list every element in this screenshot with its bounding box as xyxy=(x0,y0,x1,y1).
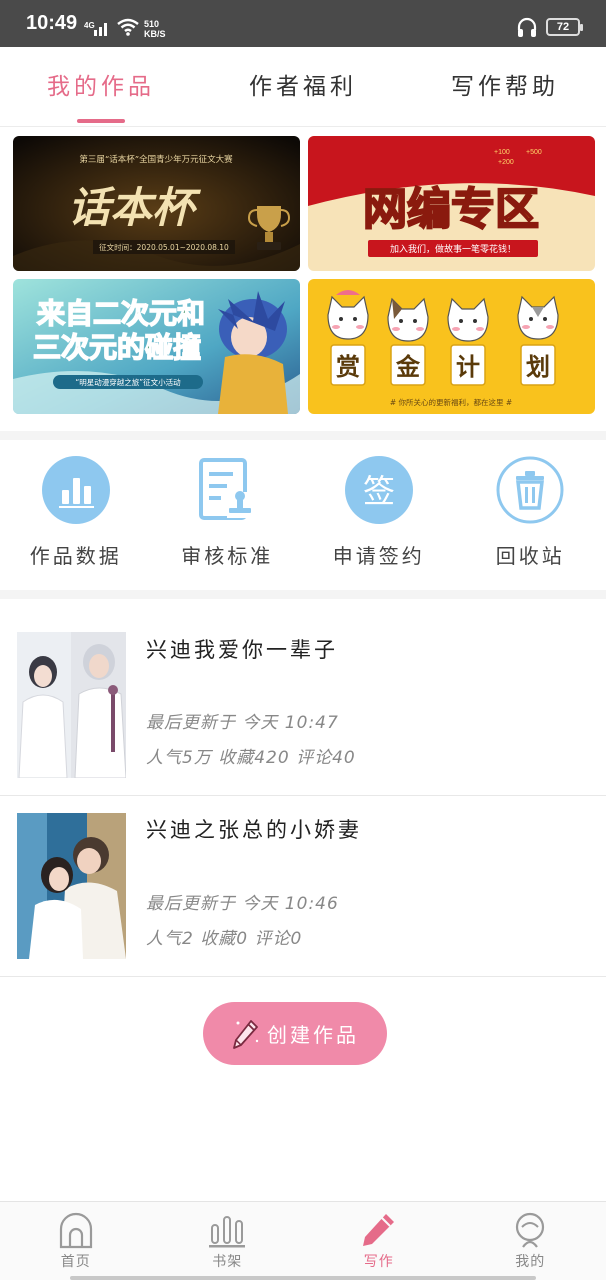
nav-label: 我的 xyxy=(515,1254,546,1270)
nav-bookshelf[interactable]: 书架 xyxy=(152,1202,304,1280)
speed-unit: KB/S xyxy=(144,29,166,39)
bookshelf-icon xyxy=(209,1216,246,1248)
banner-bounty-plan[interactable]: 赏 金 计 划 # 你所关心的更新福利，都在这里 # xyxy=(308,279,595,414)
bounty-sign-char: 金 xyxy=(395,353,421,381)
banner-title-line1: 来自二次元和 xyxy=(37,297,205,330)
tool-label: 作品数据 xyxy=(29,544,122,568)
create-work-label: 创建作品 xyxy=(267,1023,359,1047)
sign-icon: 签 xyxy=(344,456,413,524)
nav-home[interactable]: 首页 xyxy=(0,1202,152,1280)
banner-caption: # 你所关心的更新福利，都在这里 # xyxy=(390,397,512,407)
status-time: 10:49 xyxy=(26,12,78,34)
pen-icon xyxy=(362,1214,394,1246)
banner-title-line2: 三次元的碰撞 xyxy=(33,331,201,364)
work-cover-image xyxy=(17,813,126,959)
bottom-navigation: 首页 书架 写作 我的 xyxy=(0,1201,606,1280)
banner-anime-collision[interactable]: 来自二次元和 三次元的碰撞 “明星动漫穿越之旅”征文小活动 xyxy=(13,279,300,414)
work-cover-image xyxy=(17,632,126,778)
tab-my-works[interactable]: 我的作品 xyxy=(0,47,202,126)
nav-write[interactable]: 写作 xyxy=(303,1202,455,1280)
top-tabs: 我的作品 作者福利 写作帮助 xyxy=(0,47,606,127)
signal-icon: 4G xyxy=(84,20,110,40)
profile-icon xyxy=(516,1212,545,1248)
work-title: 兴迪之张总的小娇妻 xyxy=(146,818,362,842)
headphones-icon xyxy=(517,17,537,37)
battery-indicator: 72 xyxy=(546,18,583,36)
bounty-sign-char: 赏 xyxy=(336,353,360,381)
tool-label: 回收站 xyxy=(495,544,565,568)
work-item[interactable]: 兴迪之张总的小娇妻 最后更新于 今天 10:46 人气2 收藏0 评论0 xyxy=(0,796,606,977)
tool-label: 审核标准 xyxy=(181,544,274,568)
network-type: 4G xyxy=(84,21,95,30)
create-work-button[interactable]: 创建作品 xyxy=(203,1002,387,1065)
work-item[interactable]: 兴迪我爱你一辈子 最后更新于 今天 10:47 人气5万 收藏420 评论40 xyxy=(0,614,606,796)
section-divider xyxy=(0,431,606,440)
gesture-bar[interactable] xyxy=(70,1276,536,1280)
document-stamp-icon xyxy=(193,456,261,524)
banner-caption: 征文时间：2020.05.01~2020.08.10 xyxy=(99,242,229,252)
tool-apply-contract[interactable]: 签 申请签约 xyxy=(303,440,455,590)
tab-label: 我的作品 xyxy=(47,74,155,100)
bonus-label: +200 xyxy=(498,159,514,166)
tab-author-benefits[interactable]: 作者福利 xyxy=(202,47,404,126)
banner-caption: 加入我们，做故事一笔零花钱！ xyxy=(390,243,516,255)
banner-title: 网编专区 xyxy=(363,184,539,235)
work-last-updated: 最后更新于 今天 10:46 xyxy=(146,894,339,914)
wifi-icon xyxy=(116,18,140,40)
banner-huaben-cup[interactable]: 第三届“话本杯”全国青少年万元征文大赛 话本杯 征文时间：2020.05.01~… xyxy=(13,136,300,271)
pencil-icon xyxy=(233,1019,259,1049)
home-icon xyxy=(59,1212,92,1249)
work-last-updated: 最后更新于 今天 10:47 xyxy=(146,713,339,733)
tab-label: 写作帮助 xyxy=(451,74,559,100)
bounty-sign-char: 划 xyxy=(526,353,550,381)
tool-review-standards[interactable]: 审核标准 xyxy=(152,440,304,590)
banner-caption: “明星动漫穿越之旅”征文小活动 xyxy=(75,377,181,387)
author-tools: 作品数据 审核标准 签 申请签约 回收站 xyxy=(0,440,606,590)
sign-icon-text: 签 xyxy=(363,472,395,510)
tab-writing-help[interactable]: 写作帮助 xyxy=(404,47,606,126)
tool-label: 申请签约 xyxy=(332,544,425,568)
banner-title: 话本杯 xyxy=(68,183,202,232)
speed-value: 510 xyxy=(144,19,160,29)
banner-editor-zone[interactable]: +100 +500 +200 网编专区 加入我们，做故事一笔零花钱！ xyxy=(308,136,595,271)
tool-recycle-bin[interactable]: 回收站 xyxy=(455,440,606,590)
bounty-sign-char: 计 xyxy=(456,353,480,381)
trash-icon xyxy=(496,456,564,524)
network-speed: 510 KB/S xyxy=(144,19,166,39)
banner-grid: 第三届“话本杯”全国青少年万元征文大赛 话本杯 征文时间：2020.05.01~… xyxy=(13,136,595,414)
work-stats: 人气2 收藏0 评论0 xyxy=(146,929,303,949)
bonus-label: +100 xyxy=(494,149,510,156)
work-stats: 人气5万 收藏420 评论40 xyxy=(146,748,356,768)
nav-label: 书架 xyxy=(212,1254,243,1270)
tab-label: 作者福利 xyxy=(249,74,357,100)
nav-profile[interactable]: 我的 xyxy=(455,1202,606,1280)
nav-label: 写作 xyxy=(363,1254,394,1270)
bar-chart-icon xyxy=(41,456,110,524)
active-tab-indicator xyxy=(77,119,125,123)
status-right: 72 xyxy=(516,16,583,38)
tool-works-data[interactable]: 作品数据 xyxy=(0,440,152,590)
work-title: 兴迪我爱你一辈子 xyxy=(146,638,338,662)
nav-label: 首页 xyxy=(60,1254,91,1270)
bonus-label: +500 xyxy=(526,149,542,156)
section-divider xyxy=(0,590,606,599)
banner-subtitle: 第三届“话本杯”全国青少年万元征文大赛 xyxy=(79,154,233,165)
status-bar: 10:49 4G 510 KB/S 72 xyxy=(0,0,606,47)
